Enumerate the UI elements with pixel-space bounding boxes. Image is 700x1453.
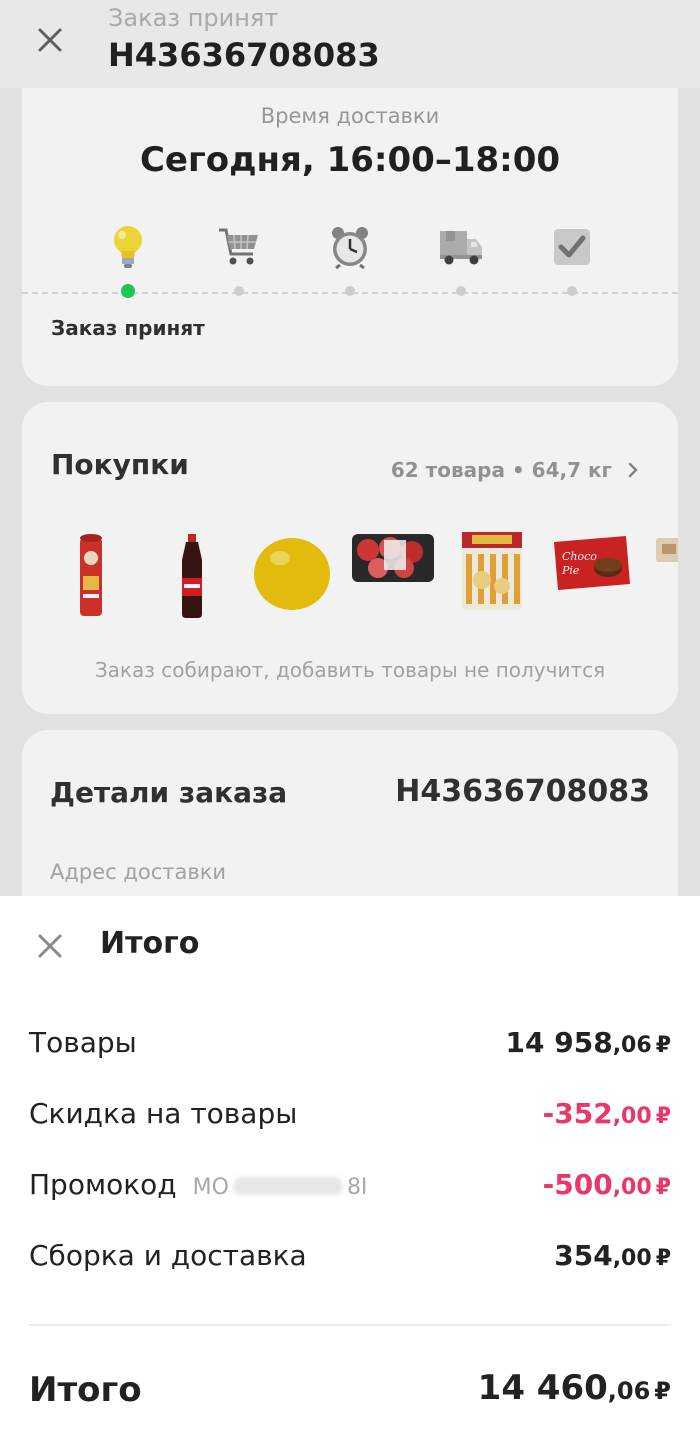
currency-symbol: ₽: [655, 1104, 671, 1129]
currency-symbol: ₽: [655, 1175, 671, 1200]
promocode-value: MO 8I: [193, 1175, 368, 1200]
currency-symbol: ₽: [655, 1246, 671, 1271]
summary-row-promocode: Промокод MO 8I -500,00 ₽: [29, 1168, 671, 1208]
summary-row-delivery: Сборка и доставка 354,00 ₽: [29, 1239, 671, 1279]
currency-symbol: ₽: [654, 1377, 671, 1405]
row-amount: -352,00 ₽: [543, 1097, 671, 1130]
promocode-blur: [232, 1177, 343, 1195]
amount-fraction: ,06: [612, 1033, 652, 1058]
total-bottom-sheet: Итого Товары 14 958,06 ₽ Скидка на товары…: [0, 896, 700, 1453]
total-label: Итого: [29, 1370, 142, 1410]
amount-fraction: ,06: [607, 1377, 651, 1405]
amount-fraction: ,00: [612, 1246, 652, 1271]
modal-overlay[interactable]: [0, 0, 700, 896]
row-label: Сборка и доставка: [29, 1239, 307, 1272]
promocode-label: Промокод: [29, 1168, 177, 1201]
amount-integer: -500: [542, 1168, 613, 1201]
divider: [29, 1324, 671, 1326]
row-amount: 14 958,06 ₽: [506, 1026, 671, 1059]
amount-integer: 354: [554, 1239, 613, 1272]
amount-integer: 14 958: [505, 1026, 613, 1059]
close-icon[interactable]: [34, 930, 66, 962]
sheet-title: Итого: [100, 926, 200, 961]
amount-integer: -352: [542, 1097, 613, 1130]
summary-row-goods: Товары 14 958,06 ₽: [29, 1026, 671, 1066]
row-amount: -500,00 ₽: [543, 1168, 671, 1201]
row-label: Скидка на товары: [29, 1097, 298, 1130]
summary-row-discount: Скидка на товары -352,00 ₽: [29, 1097, 671, 1137]
amount-fraction: ,00: [612, 1104, 652, 1129]
promocode-end: 8I: [346, 1175, 368, 1200]
promocode-start: MO: [192, 1175, 229, 1200]
row-label: Товары: [29, 1026, 137, 1059]
amount-integer: 14 460: [477, 1368, 608, 1408]
row-amount: 354,00 ₽: [554, 1239, 671, 1272]
order-screen: Время доставки Сегодня, 16:00–18:00 Зака…: [0, 0, 700, 896]
total-amount: 14 460,06 ₽: [478, 1368, 671, 1408]
amount-fraction: ,00: [612, 1175, 652, 1200]
currency-symbol: ₽: [655, 1033, 671, 1058]
row-label: Промокод MO 8I: [29, 1168, 367, 1201]
